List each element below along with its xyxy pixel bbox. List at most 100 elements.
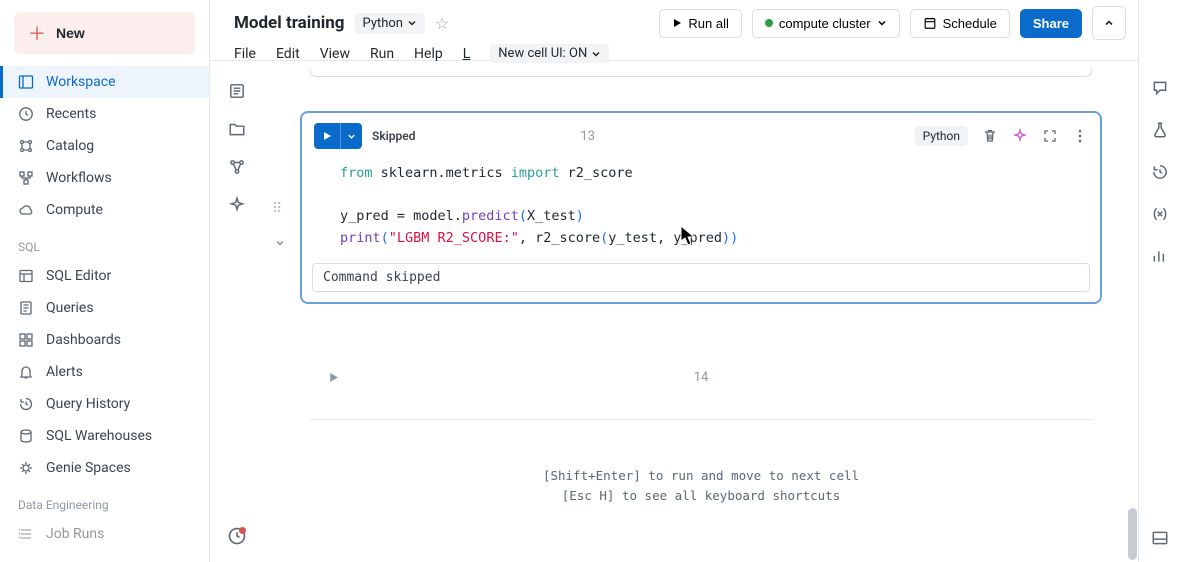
next-code-cell[interactable]: 14 [310,336,1092,420]
notification-dot-icon [239,527,246,534]
sidebar-item-label: Genie Spaces [46,460,131,476]
chevron-down-icon [591,49,601,59]
assistant-cell-icon[interactable] [1012,128,1028,144]
sidebar-item-dashboards[interactable]: Dashboards [0,324,209,356]
sidebar-item-sql-warehouses[interactable]: SQL Warehouses [0,420,209,452]
last-edit-indicator[interactable]: L [463,46,471,62]
revision-history-icon[interactable] [227,526,247,546]
notebook-title[interactable]: Model training [234,13,345,33]
right-rail [1138,0,1180,562]
language-selector[interactable]: Python [355,13,425,34]
cell-header: Skipped 13 Python [302,113,1100,159]
new-button-label: New [56,25,85,41]
section-de: Data Engineering [0,484,209,518]
sidebar-item-label: SQL Editor [46,268,111,284]
chevron-down-icon [877,18,887,28]
sidebar-item-queries[interactable]: Queries [0,292,209,324]
menu-view[interactable]: View [320,46,350,62]
menu-help[interactable]: Help [414,46,443,62]
section-sql: SQL [0,226,209,260]
sidebar-item-label: Catalog [46,138,94,154]
schema-icon[interactable] [227,157,247,177]
sidebar-item-workspace[interactable]: Workspace [0,66,209,98]
run-cell-button[interactable] [328,372,339,383]
workflows-icon [18,170,34,186]
dashboard-panel-icon[interactable] [1150,246,1170,266]
variables-icon[interactable] [1150,204,1170,224]
genie-icon [18,460,34,476]
run-cell-dropdown[interactable] [340,123,362,149]
previous-cell-collapsed[interactable] [310,69,1092,77]
sidebar-item-label: SQL Warehouses [46,428,152,444]
warehouse-icon [18,428,34,444]
chevron-up-icon [1103,17,1115,29]
collapse-chevron-icon[interactable] [274,237,286,249]
keyboard-hints: [Shift+Enter] to run and move to next ce… [300,466,1102,506]
menu-edit[interactable]: Edit [276,46,300,62]
sidebar-item-label: Queries [46,300,94,316]
sidebar-item-sql-editor[interactable]: SQL Editor [0,260,209,292]
delete-cell-icon[interactable] [982,128,998,144]
assistant-spark-icon[interactable] [227,195,247,215]
cell-status: Skipped [372,129,416,143]
cell-number: 14 [694,370,709,385]
bottom-panel-icon[interactable] [1150,528,1170,548]
sidebar-item-label: Alerts [46,364,83,380]
sidebar-item-job-runs[interactable]: Job Runs [0,518,209,550]
scrollbar-thumb[interactable] [1128,508,1137,560]
sidebar-item-catalog[interactable]: Catalog [0,130,209,162]
cloud-icon [18,202,34,218]
sidebar-item-label: Workflows [46,170,112,186]
sidebar-item-label: Dashboards [46,332,121,348]
workspace-icon [18,74,34,90]
header: Model training Python ☆ Run all compute … [210,0,1138,61]
cell-lang-badge[interactable]: Python [915,126,968,146]
sidebar-item-alerts[interactable]: Alerts [0,356,209,388]
menu-run[interactable]: Run [370,46,394,62]
focus-cell-icon[interactable] [1042,128,1058,144]
code-editor[interactable]: from sklearn.metrics import r2_score y_p… [302,159,1100,263]
comments-icon[interactable] [1150,78,1170,98]
calendar-icon [923,16,937,30]
job-runs-icon [18,526,34,542]
play-icon [322,131,332,141]
sql-editor-icon [18,268,34,284]
sidebar-item-label: Workspace [46,74,116,90]
code-cell[interactable]: Skipped 13 Python from sklearn.metrics i… [300,111,1102,304]
toc-icon[interactable] [227,81,247,101]
bell-icon [18,364,34,380]
menu-file[interactable]: File [234,46,256,62]
play-icon [328,372,339,383]
sidebar-item-genie-spaces[interactable]: Genie Spaces [0,452,209,484]
sidebar-item-label: Compute [46,202,103,218]
left-sidebar: ＋ New Workspace Recents Catalog Workflow… [0,0,210,562]
sidebar-item-label: Job Runs [46,526,104,542]
new-button[interactable]: ＋ New [14,12,195,54]
sidebar-item-label: Recents [46,106,96,122]
catalog-icon [18,138,34,154]
sidebar-item-compute[interactable]: Compute [0,194,209,226]
status-dot-icon [765,19,773,27]
cluster-selector[interactable]: compute cluster [752,9,900,38]
header-expand-button[interactable] [1092,6,1126,40]
favorite-star-icon[interactable]: ☆ [435,14,449,33]
queries-icon [18,300,34,316]
drag-handle-icon[interactable]: ⠿ [272,201,282,217]
clock-icon [18,106,34,122]
experiments-icon[interactable] [1150,120,1170,140]
run-cell-button[interactable] [314,123,340,149]
cell-output: Command skipped [312,263,1090,292]
folder-icon[interactable] [227,119,247,139]
sidebar-item-workflows[interactable]: Workflows [0,162,209,194]
versions-icon[interactable] [1150,162,1170,182]
cell-kebab-icon[interactable] [1072,128,1088,144]
sidebar-item-recents[interactable]: Recents [0,98,209,130]
chevron-down-icon [407,18,417,28]
sidebar-item-label: Query History [46,396,130,412]
run-all-button[interactable]: Run all [659,9,741,38]
notebook-side-rail [210,61,264,562]
chevron-down-icon [347,132,356,141]
sidebar-item-query-history[interactable]: Query History [0,388,209,420]
share-button[interactable]: Share [1020,9,1082,38]
schedule-button[interactable]: Schedule [910,9,1010,38]
